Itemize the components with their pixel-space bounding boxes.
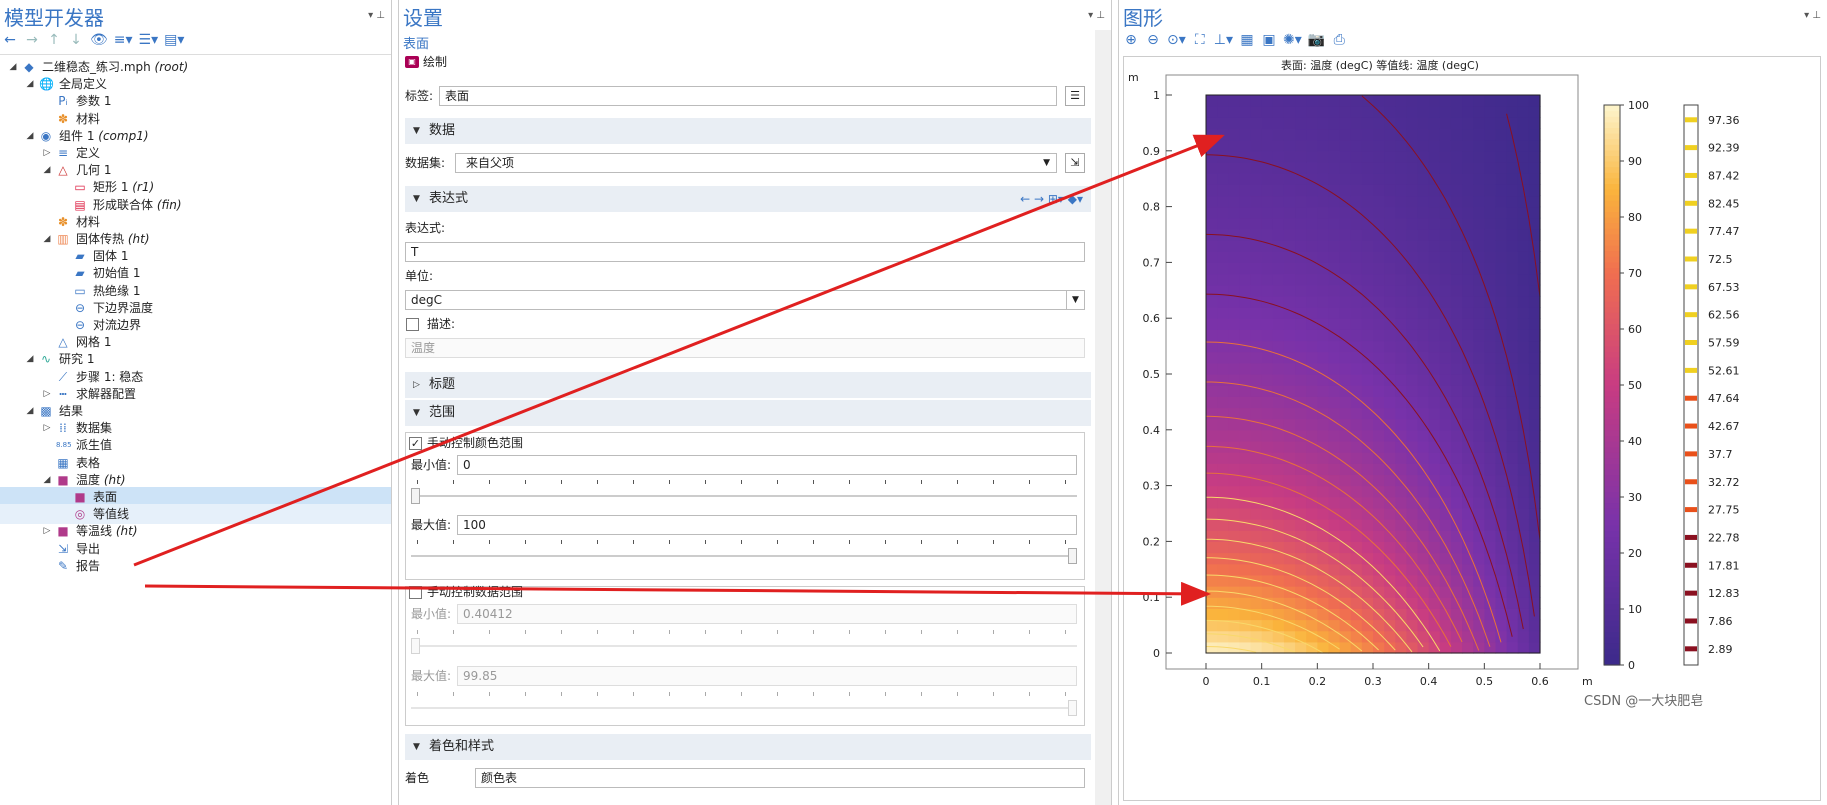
annotation-arrows <box>133 134 1225 606</box>
arrow-contour <box>144 581 1211 606</box>
arrow-surface <box>133 134 1225 567</box>
